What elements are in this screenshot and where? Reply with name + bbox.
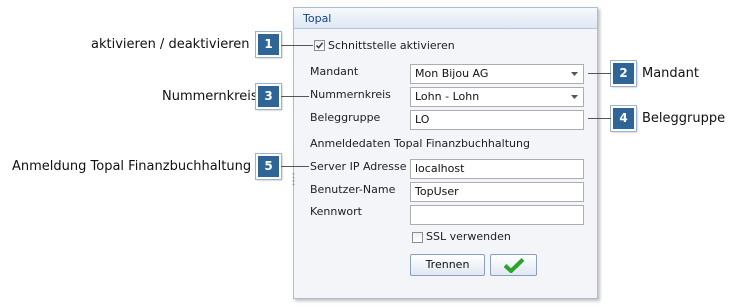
callout-text-2: Mandant bbox=[642, 66, 699, 81]
callout-badge-5: 5 bbox=[255, 153, 282, 180]
resize-grip-icon[interactable] bbox=[292, 172, 295, 186]
disconnect-button[interactable]: Trennen bbox=[410, 254, 485, 276]
topal-dialog: Topal Schnittstelle aktivieren Mandant M… bbox=[293, 7, 598, 299]
checkbox-check-icon bbox=[315, 42, 324, 49]
mandant-label: Mandant bbox=[310, 65, 359, 78]
checkmark-icon bbox=[503, 258, 524, 273]
password-label: Kennwort bbox=[310, 205, 362, 218]
callout-badge-3: 3 bbox=[255, 83, 282, 110]
callout-text-4: Beleggruppe bbox=[642, 111, 726, 126]
callout-line-2 bbox=[588, 73, 611, 74]
server-input[interactable]: localhost bbox=[410, 159, 584, 179]
activate-checkbox-label: Schnittstelle aktivieren bbox=[328, 39, 455, 52]
callout-line-5 bbox=[281, 166, 309, 167]
callout-text-1: aktivieren / deaktivieren bbox=[91, 37, 250, 52]
callout-badge-2: 2 bbox=[610, 60, 637, 87]
mandant-dropdown-button[interactable] bbox=[567, 66, 582, 82]
mandant-value: Mon Bijou AG bbox=[415, 67, 489, 80]
chevron-down-icon bbox=[571, 95, 578, 99]
activate-checkbox[interactable] bbox=[314, 40, 325, 51]
server-label: Server IP Adresse bbox=[310, 160, 407, 173]
mandant-combobox[interactable]: Mon Bijou AG bbox=[410, 64, 584, 84]
username-input[interactable]: TopUser bbox=[410, 182, 584, 202]
chevron-down-icon bbox=[571, 72, 578, 76]
section-heading: Anmeldedaten Topal Finanzbuchhaltung bbox=[310, 137, 530, 150]
callout-text-5: Anmeldung Topal Finanzbuchhaltung bbox=[12, 159, 252, 174]
nummernkreis-dropdown-button[interactable] bbox=[567, 89, 582, 105]
callout-badge-1: 1 bbox=[255, 31, 282, 58]
callout-line-1 bbox=[281, 45, 313, 46]
callout-line-4 bbox=[588, 118, 611, 119]
password-input[interactable] bbox=[410, 205, 584, 225]
nummernkreis-label: Nummernkreis bbox=[310, 88, 391, 101]
callout-text-3: Nummernkreis bbox=[162, 89, 258, 104]
ssl-checkbox[interactable] bbox=[412, 232, 423, 243]
callout-badge-4: 4 bbox=[610, 105, 637, 132]
ssl-checkbox-label: SSL verwenden bbox=[426, 230, 511, 243]
nummernkreis-value: Lohn - Lohn bbox=[415, 90, 480, 103]
beleggruppe-input[interactable]: LO bbox=[410, 110, 584, 130]
dialog-title: Topal bbox=[294, 8, 597, 29]
username-label: Benutzer-Name bbox=[310, 183, 396, 196]
nummernkreis-combobox[interactable]: Lohn - Lohn bbox=[410, 87, 584, 107]
beleggruppe-label: Beleggruppe bbox=[310, 111, 381, 124]
confirm-button[interactable] bbox=[490, 254, 537, 276]
callout-line-3 bbox=[281, 96, 309, 97]
